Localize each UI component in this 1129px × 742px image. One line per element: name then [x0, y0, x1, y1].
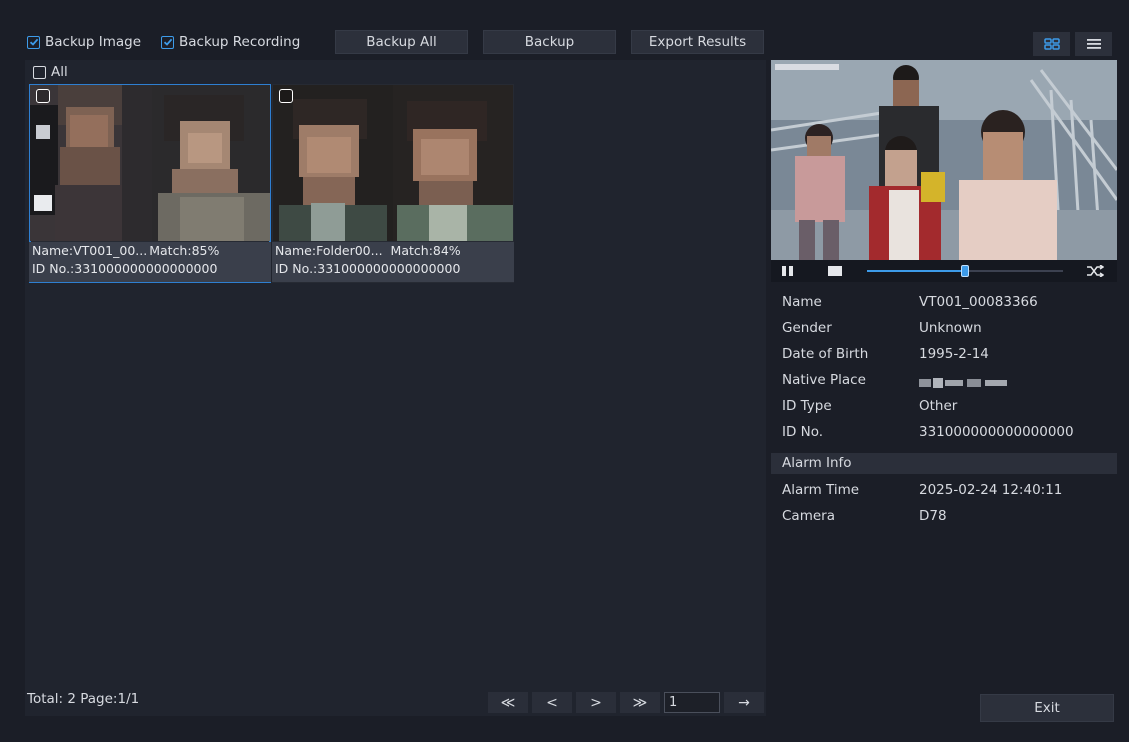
next-page-button[interactable]: > [576, 692, 616, 713]
card-match: Match:85% [149, 243, 220, 258]
results-panel: All Name:VT001_00... Match:85% ID No.:33… [25, 60, 766, 716]
backup-all-button[interactable]: Backup All [335, 30, 468, 54]
shuffle-icon[interactable] [1075, 262, 1115, 280]
result-card[interactable]: Name:Folder00... Match:84% ID No.:3310000… [272, 84, 514, 283]
details-panel: Name VT001_00083366 Gender Unknown Date … [771, 60, 1117, 716]
grid-view-button[interactable] [1033, 32, 1070, 56]
first-page-button[interactable]: ≪ [488, 692, 528, 713]
card-id-number: ID No.:331000000000000000 [32, 261, 218, 276]
last-page-button[interactable]: ≫ [620, 692, 660, 713]
pause-icon[interactable] [781, 265, 795, 277]
select-all-label: All [51, 64, 68, 80]
card-checkbox[interactable] [279, 89, 293, 103]
video-progress-fill [867, 270, 965, 272]
checkbox-checked-icon [161, 35, 174, 49]
backup-button[interactable]: Backup [483, 30, 616, 54]
backup-recording-label: Backup Recording [179, 34, 301, 50]
backup-image-checkbox[interactable]: Backup Image [27, 34, 141, 50]
alarm-info-header: Alarm Info [771, 453, 1117, 474]
grid-view-icon [1043, 38, 1060, 50]
card-match: Match:84% [390, 243, 461, 258]
card-checkbox[interactable] [36, 89, 50, 103]
card-name: Name:Folder00... [275, 243, 383, 258]
face-thumbnail [273, 85, 513, 241]
page-number-input[interactable]: 1 [664, 692, 720, 713]
card-info: Name:Folder00... Match:84% ID No.:3310000… [272, 242, 514, 282]
face-thumbnail [30, 85, 270, 241]
backup-image-label: Backup Image [45, 34, 142, 50]
list-view-button[interactable] [1075, 32, 1112, 56]
checkbox-checked-icon [27, 35, 40, 49]
go-page-button[interactable]: → [724, 692, 764, 713]
list-view-icon [1086, 39, 1101, 49]
stop-icon[interactable] [827, 265, 843, 277]
video-controls [771, 260, 1117, 282]
export-results-button[interactable]: Export Results [631, 30, 764, 54]
result-status: Total: 2 Page:1/1 [27, 691, 140, 707]
video-playback[interactable] [771, 60, 1117, 260]
card-id-number: ID No.:331000000000000000 [275, 261, 461, 276]
exit-button[interactable]: Exit [980, 694, 1114, 722]
video-progress-knob[interactable] [961, 265, 969, 277]
backup-recording-checkbox[interactable]: Backup Recording [161, 34, 300, 50]
card-info: Name:VT001_00... Match:85% ID No.:3310000… [29, 242, 271, 282]
card-name: Name:VT001_00... [32, 243, 148, 258]
checkbox-unchecked-icon [33, 65, 46, 79]
result-card[interactable]: Name:VT001_00... Match:85% ID No.:3310000… [29, 84, 271, 283]
video-progress-track[interactable] [867, 265, 1063, 277]
prev-page-button[interactable]: < [532, 692, 572, 713]
native-place-blurred [919, 376, 1011, 392]
select-all-checkbox[interactable]: All [33, 64, 68, 80]
